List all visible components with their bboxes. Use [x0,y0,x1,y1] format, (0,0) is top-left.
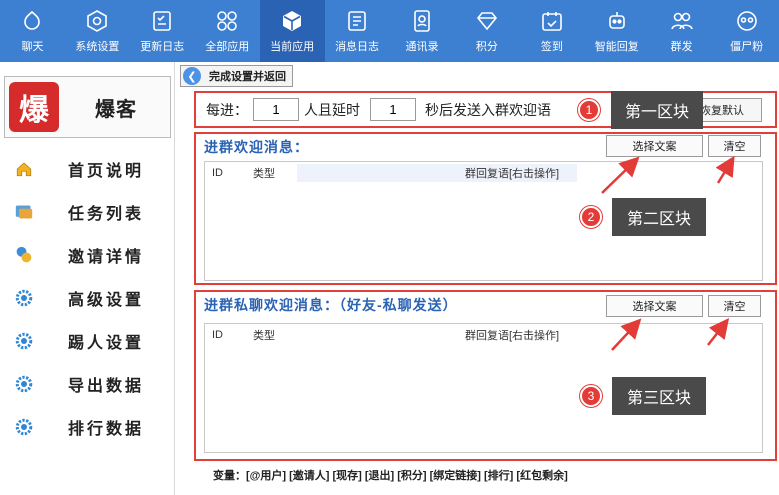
section-title: 进群欢迎消息： [204,139,309,155]
contacts-icon [409,8,435,34]
toolbar-item-broadcast[interactable]: 群发 [649,0,714,62]
hexagon-settings-icon [84,8,110,34]
table-header: ID 类型 群回复语[右击操作] [205,324,762,346]
table-header: ID 类型 群回复语[右击操作] [205,162,762,184]
diamond-icon [474,8,500,34]
sidebar: 爆 爆客 首页说明 任务列表 邀请详情 高级设置 踢人设置 导出数据 排行数据 [0,62,175,495]
gear-icon [14,331,34,351]
checklist-icon [149,8,175,34]
zombie-icon [734,8,760,34]
annotation-badge-1: 1 [578,99,600,121]
toolbar-item-zombie-fans[interactable]: 僵尸粉 [714,0,779,62]
apps-icon [214,8,240,34]
sidebar-item-home[interactable]: 首页说明 [0,147,175,190]
sidebar-item-export-data[interactable]: 导出数据 [0,362,175,405]
gear-icon [14,417,34,437]
clear-button[interactable]: 清空 [708,295,761,317]
chat-icon [19,8,45,34]
join-count-input[interactable] [253,98,299,121]
delay-row: 每进： 人且延时 秒后发送入群欢迎语 [206,98,551,121]
calendar-check-icon [539,8,565,34]
gear-icon [14,374,34,394]
annotation-label-3: 第三区块 [612,377,706,415]
group-icon [669,8,695,34]
robot-icon [604,8,630,34]
sidebar-menu: 首页说明 任务列表 邀请详情 高级设置 踢人设置 导出数据 排行数据 [0,147,175,448]
toolbar-item-current-app[interactable]: 当前应用 [259,0,325,62]
toolbar-item-chat[interactable]: 聊天 [0,0,65,62]
annotation-badge-2: 2 [580,206,602,228]
select-copy-button[interactable]: 选择文案 [606,135,703,157]
annotation-label-1: 第一区块 [611,91,703,129]
section-title: 进群私聊欢迎消息：（好友-私聊发送） [204,297,458,313]
toolbar-item-update-log[interactable]: 更新日志 [130,0,195,62]
column-header-reply: 群回复语[右击操作] [465,330,560,342]
sidebar-item-label: 任务列表 [68,205,145,223]
sidebar-item-label: 排行数据 [68,420,145,438]
gear-icon [14,288,34,308]
cube-icon [279,8,305,34]
toolbar-item-system-settings[interactable]: 系统设置 [65,0,130,62]
brand-name: 爆客 [95,98,137,121]
sidebar-item-label: 首页说明 [68,162,145,180]
brand-header: 爆 爆客 [4,76,171,138]
column-header-type: 类型 [253,330,275,342]
brand-logo: 爆 [9,82,59,132]
sidebar-item-label: 踢人设置 [68,334,145,352]
sidebar-item-invite-details[interactable]: 邀请详情 [0,233,175,276]
variables-hint: 变量：[@用户] [邀请人] [现存] [退出] [积分] [绑定链接] [排行… [213,470,568,482]
top-toolbar: 聊天 系统设置 更新日志 全部应用 当前应用 消息日志 通讯录 积分 签到 智能… [0,0,779,62]
invite-icon [14,245,34,265]
column-header-id: ID [212,329,223,341]
toolbar-item-message-log[interactable]: 消息日志 [325,0,390,62]
toolbar-item-checkin[interactable]: 签到 [519,0,584,62]
log-icon [344,8,370,34]
toolbar-item-smart-reply[interactable]: 智能回复 [584,0,649,62]
delay-seconds-input[interactable] [370,98,416,121]
task-list-icon [14,202,34,222]
clear-button[interactable]: 清空 [708,135,761,157]
toolbar-item-all-apps[interactable]: 全部应用 [195,0,260,62]
column-header-id: ID [212,167,223,179]
back-arrow-icon: ❮ [183,67,201,85]
toolbar-item-contacts[interactable]: 通讯录 [390,0,455,62]
annotation-badge-3: 3 [580,385,602,407]
column-header-type: 类型 [253,168,275,180]
sidebar-item-label: 导出数据 [68,377,145,395]
section-3-private-welcome: 进群私聊欢迎消息：（好友-私聊发送） 选择文案 清空 ID 类型 群回复语[右击… [194,290,777,461]
sidebar-item-ranking-data[interactable]: 排行数据 [0,405,175,448]
sidebar-item-task-list[interactable]: 任务列表 [0,190,175,233]
sidebar-item-advanced-settings[interactable]: 高级设置 [0,276,175,319]
select-copy-button[interactable]: 选择文案 [606,295,703,317]
sidebar-item-label: 高级设置 [68,291,145,309]
toolbar-item-points[interactable]: 积分 [454,0,519,62]
sidebar-item-label: 邀请详情 [68,248,145,266]
sidebar-item-kick-settings[interactable]: 踢人设置 [0,319,175,362]
column-header-reply: 群回复语[右击操作] [465,168,560,180]
finish-and-return-button[interactable]: ❮ 完成设置并返回 [180,65,293,87]
home-icon [14,159,34,179]
annotation-label-2: 第二区块 [612,198,706,236]
